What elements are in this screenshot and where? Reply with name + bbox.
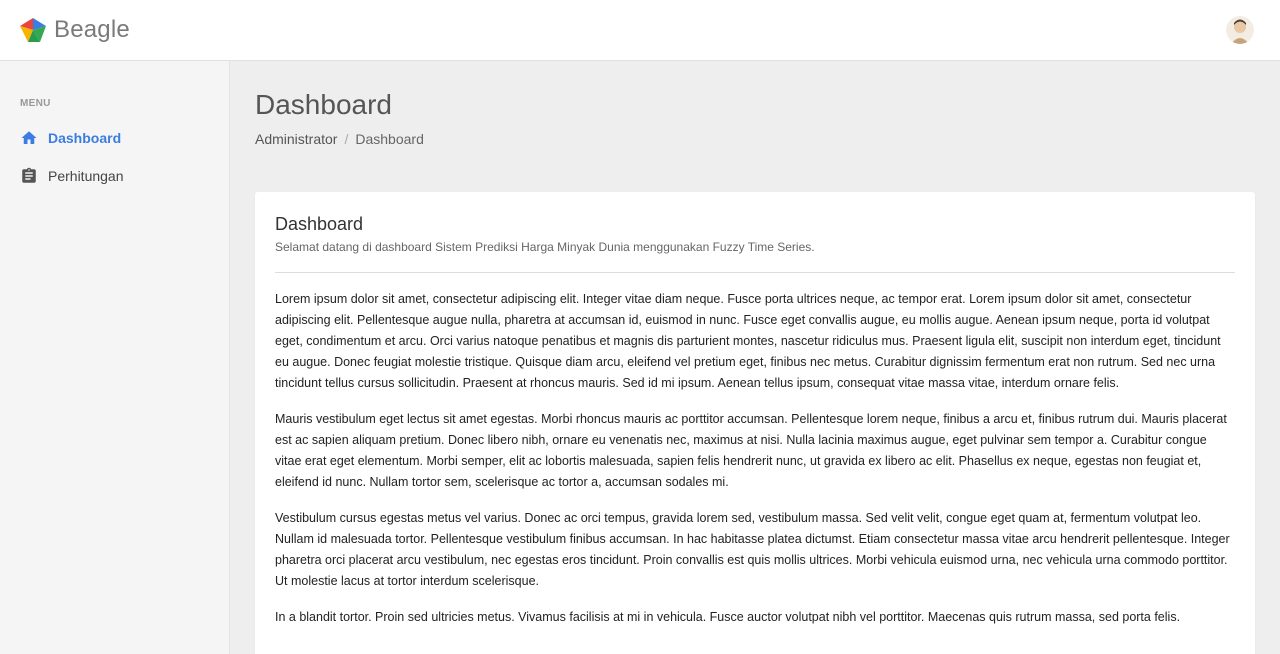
card-body: Lorem ipsum dolor sit amet, consectetur … [275, 289, 1235, 643]
card-divider [275, 272, 1235, 273]
sidebar-item-label: Dashboard [48, 130, 122, 146]
dashboard-card: Dashboard Selamat datang di dashboard Si… [255, 192, 1255, 654]
breadcrumb-current: Dashboard [355, 131, 424, 147]
top-navbar: Beagle [0, 0, 1280, 61]
beagle-logo-icon [20, 18, 46, 42]
sidebar: MENU Dashboard Perhitungan [0, 61, 230, 654]
sidebar-item-perhitungan[interactable]: Perhitungan [20, 167, 124, 185]
brand[interactable]: Beagle [20, 14, 130, 46]
card-title: Dashboard [275, 214, 364, 234]
body-paragraph: Mauris vestibulum eget lectus sit amet e… [275, 412, 1227, 489]
main-content: Dashboard Administrator / Dashboard Dash… [230, 61, 1280, 654]
body-paragraph: Lorem ipsum dolor sit amet, consectetur … [275, 292, 1221, 390]
body-paragraph: Vestibulum cursus egestas metus vel vari… [275, 511, 1230, 588]
card-subtitle: Selamat datang di dashboard Sistem Predi… [275, 240, 815, 254]
body-paragraph: In a blandit tortor. Proin sed ultricies… [275, 610, 1181, 624]
breadcrumb-separator: / [344, 131, 349, 147]
avatar-icon [1226, 16, 1254, 44]
page-title: Dashboard [255, 89, 392, 120]
sidebar-item-dashboard[interactable]: Dashboard [20, 129, 121, 147]
brand-name: Beagle [54, 16, 130, 43]
menu-header: MENU [20, 98, 51, 109]
breadcrumb-parent[interactable]: Administrator [255, 131, 337, 147]
breadcrumb: Administrator / Dashboard [255, 131, 424, 147]
clipboard-icon [22, 167, 36, 183]
home-icon [21, 131, 37, 144]
user-avatar[interactable] [1226, 16, 1254, 44]
sidebar-item-label: Perhitungan [48, 168, 124, 184]
